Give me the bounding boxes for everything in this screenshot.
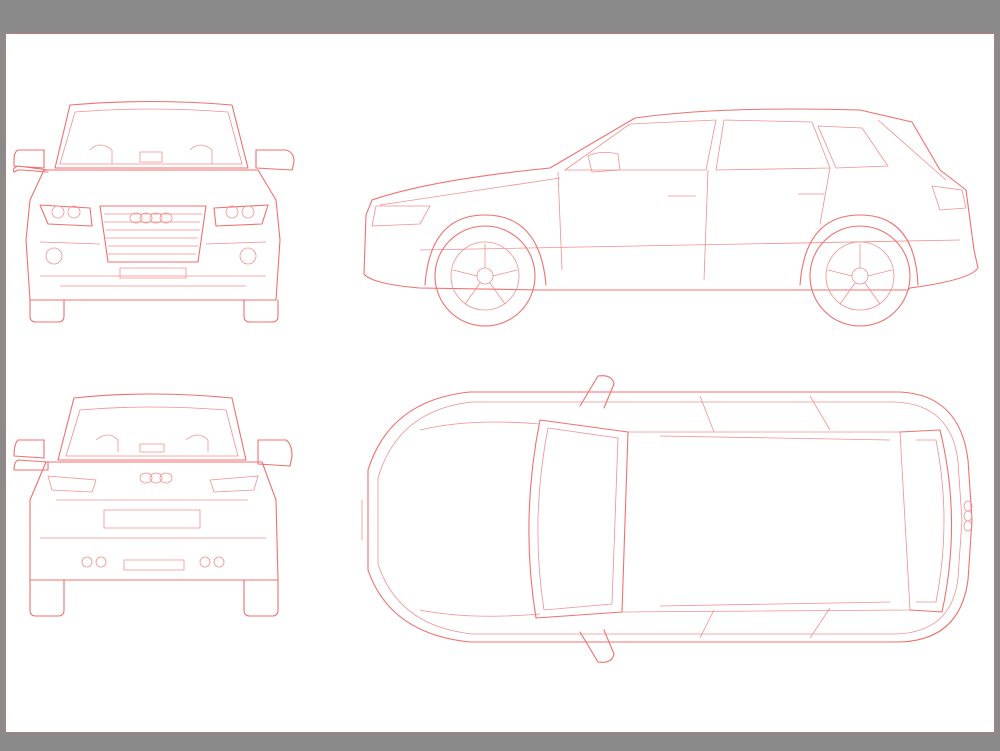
side-view (363, 108, 979, 327)
front-view (12, 100, 295, 323)
top-view (361, 375, 973, 663)
car-blueprint-drawing (12, 100, 979, 663)
rear-view (13, 393, 293, 617)
